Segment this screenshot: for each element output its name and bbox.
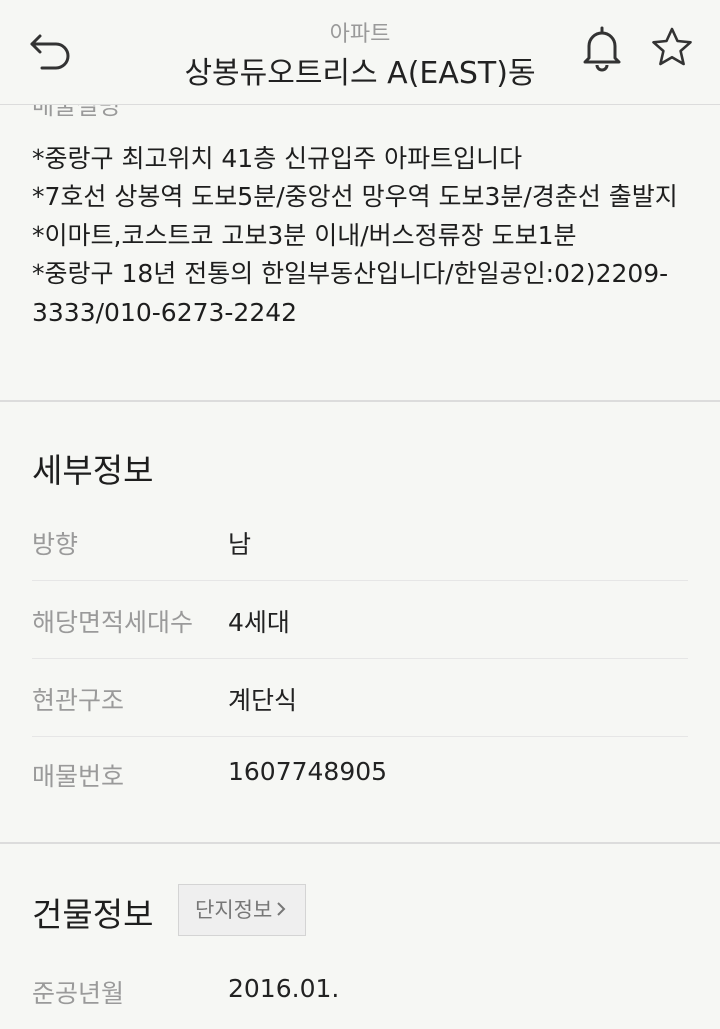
details-section-title: 세부정보 bbox=[32, 451, 154, 490]
detail-value: 4세대 bbox=[228, 608, 290, 637]
description-line: *중랑구 최고위치 41층 신규입주 아파트입니다 bbox=[32, 144, 523, 173]
description-line: *중랑구 18년 전통의 한일부동산입니다/한일공인:02)2209-3333/… bbox=[32, 259, 669, 327]
description-line: *7호선 상봉역 도보5분/중앙선 망우역 도보3분/경춘선 출발지 bbox=[32, 182, 678, 212]
detail-label: 현관구조 bbox=[32, 686, 125, 715]
section-divider bbox=[0, 400, 720, 402]
detail-value: 계단식 bbox=[228, 686, 298, 715]
chevron-right-icon bbox=[276, 885, 286, 935]
notification-button[interactable] bbox=[580, 24, 624, 72]
detail-row-entrance-type: 현관구조 계단식 bbox=[32, 659, 688, 737]
complex-info-label: 단지정보 bbox=[195, 898, 273, 922]
detail-value: 1607748905 bbox=[228, 757, 388, 786]
property-description: *중랑구 최고위치 41층 신규입주 아파트입니다 *7호선 상봉역 도보5분/… bbox=[32, 140, 692, 332]
building-row-completion-date: 준공년월 2016.01. bbox=[32, 952, 688, 1029]
detail-label: 매물번호 bbox=[32, 762, 125, 791]
detail-label: 해당면적세대수 bbox=[32, 608, 194, 637]
bell-icon bbox=[580, 26, 624, 76]
building-section-title: 건물정보 bbox=[32, 895, 154, 934]
building-label: 준공년월 bbox=[32, 979, 125, 1008]
complex-info-button[interactable]: 단지정보 bbox=[178, 884, 306, 936]
section-divider bbox=[0, 842, 720, 844]
detail-value: 남 bbox=[228, 530, 252, 559]
building-value: 2016.01. bbox=[228, 974, 340, 1003]
detail-row-direction: 방향 남 bbox=[32, 503, 688, 581]
detail-row-listing-number: 매물번호 1607748905 bbox=[32, 735, 688, 812]
star-icon bbox=[648, 27, 696, 76]
detail-label: 방향 bbox=[32, 530, 79, 559]
favorite-button[interactable] bbox=[648, 24, 696, 72]
description-line: *이마트,코스트코 고보3분 이내/버스정류장 도보1분 bbox=[32, 220, 577, 250]
detail-row-household-count: 해당면적세대수 4세대 bbox=[32, 581, 688, 659]
top-app-bar: 아파트 상봉듀오트리스 A(EAST)동 bbox=[0, 0, 720, 105]
